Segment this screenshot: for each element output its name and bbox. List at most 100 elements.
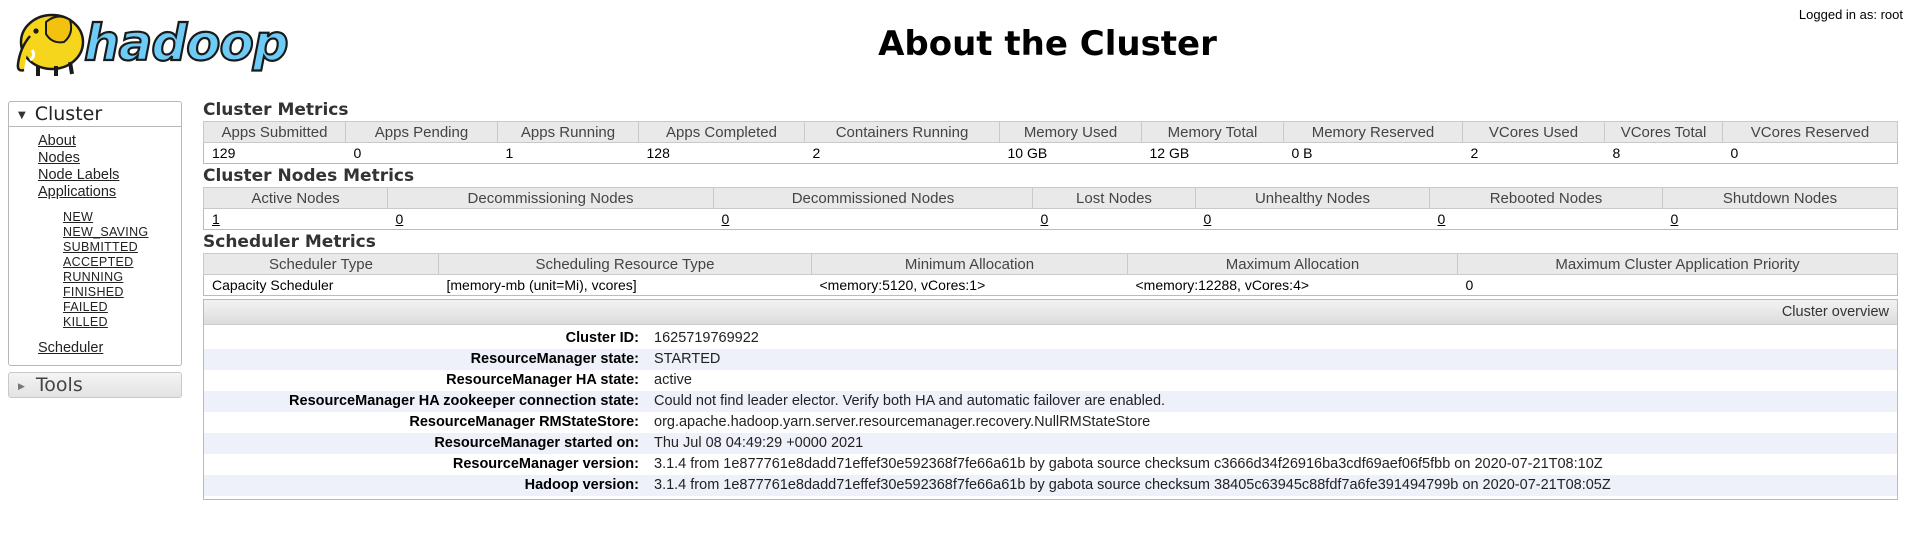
active-nodes-link[interactable]: 1 xyxy=(212,211,220,227)
column-header[interactable]: Memory Used xyxy=(999,121,1142,143)
nav-state-new-saving-link[interactable]: NEW_SAVING xyxy=(9,225,181,240)
rm-started-on-value: Thu Jul 08 04:49:29 +0000 2021 xyxy=(654,435,864,451)
nav-state-accepted-link[interactable]: ACCEPTED xyxy=(9,255,181,270)
column-header[interactable]: Apps Running xyxy=(497,121,639,143)
vcores-used-value: 2 xyxy=(1462,142,1605,164)
info-key: ResourceManager HA state: xyxy=(446,372,639,388)
cluster-overview-header[interactable]: Cluster overview xyxy=(204,300,1897,325)
nav-state-running-link[interactable]: RUNNING xyxy=(9,270,181,285)
column-header[interactable]: Containers Running xyxy=(804,121,1000,143)
table-header-row: Apps Submitted Apps Pending Apps Running… xyxy=(203,121,1898,143)
info-row: Cluster ID: 1625719769922 xyxy=(204,328,1897,349)
scheduler-metrics-title: Scheduler Metrics xyxy=(203,232,376,252)
info-row: ResourceManager HA zookeeper connection … xyxy=(204,391,1897,412)
table-header-row: Scheduler Type Scheduling Resource Type … xyxy=(203,253,1898,275)
column-header[interactable]: Apps Submitted xyxy=(203,121,346,143)
table-row: 1 0 0 0 0 0 0 xyxy=(203,208,1898,230)
rebooted-nodes-link[interactable]: 0 xyxy=(1438,211,1446,227)
info-key: ResourceManager HA zookeeper connection … xyxy=(289,393,639,409)
containers-running-value: 2 xyxy=(804,142,1000,164)
decommissioned-nodes-link[interactable]: 0 xyxy=(722,211,730,227)
nodes-metrics-title: Cluster Nodes Metrics xyxy=(203,166,415,186)
column-header[interactable]: Unhealthy Nodes xyxy=(1195,187,1430,209)
vcores-reserved-value: 0 xyxy=(1722,142,1898,164)
nav-nodes-link[interactable]: Nodes xyxy=(9,150,181,167)
table-row: Capacity Scheduler [memory-mb (unit=Mi),… xyxy=(203,274,1898,296)
nav-node-labels-link[interactable]: Node Labels xyxy=(9,167,181,184)
scheduler-metrics-table: Scheduler Type Scheduling Resource Type … xyxy=(203,253,1898,296)
column-header[interactable]: Shutdown Nodes xyxy=(1662,187,1898,209)
nav-state-submitted-link[interactable]: SUBMITTED xyxy=(9,240,181,255)
column-header[interactable]: VCores Used xyxy=(1462,121,1605,143)
info-key: Hadoop version: xyxy=(524,477,639,493)
minimum-allocation-value: <memory:5120, vCores:1> xyxy=(811,274,1128,296)
info-key: ResourceManager started on: xyxy=(434,435,639,451)
table-header-row: Active Nodes Decommissioning Nodes Decom… xyxy=(203,187,1898,209)
column-header[interactable]: Rebooted Nodes xyxy=(1429,187,1663,209)
nodes-metrics-table: Active Nodes Decommissioning Nodes Decom… xyxy=(203,187,1898,230)
column-header[interactable]: Maximum Cluster Application Priority xyxy=(1457,253,1898,275)
cluster-id-value: 1625719769922 xyxy=(654,330,759,346)
column-header[interactable]: Memory Total xyxy=(1141,121,1284,143)
column-header[interactable]: Memory Reserved xyxy=(1283,121,1463,143)
memory-total-value: 12 GB xyxy=(1141,142,1284,164)
max-app-priority-value: 0 xyxy=(1457,274,1898,296)
column-header[interactable]: Minimum Allocation xyxy=(811,253,1128,275)
zk-connection-state-value: Could not find leader elector. Verify bo… xyxy=(654,393,1166,409)
app-states-list: NEW NEW_SAVING SUBMITTED ACCEPTED RUNNIN… xyxy=(9,201,181,340)
column-header[interactable]: Lost Nodes xyxy=(1032,187,1196,209)
info-row: ResourceManager state: STARTED xyxy=(204,349,1897,370)
cluster-metrics-table: Apps Submitted Apps Pending Apps Running… xyxy=(203,121,1898,164)
column-header[interactable]: VCores Reserved xyxy=(1722,121,1898,143)
column-header[interactable]: Scheduling Resource Type xyxy=(438,253,812,275)
info-key: ResourceManager state: xyxy=(470,351,639,367)
cluster-section: ▼ Cluster About Nodes Node Labels Applica… xyxy=(8,101,182,366)
unhealthy-nodes-link[interactable]: 0 xyxy=(1204,211,1212,227)
apps-running-value: 1 xyxy=(497,142,639,164)
info-row: ResourceManager RMStateStore: org.apache.… xyxy=(204,412,1897,433)
cluster-overview-panel: Cluster overview Cluster ID: 162571976992… xyxy=(203,299,1898,500)
apps-pending-value: 0 xyxy=(345,142,498,164)
info-key: ResourceManager RMStateStore: xyxy=(409,414,639,430)
cluster-section-header[interactable]: ▼ Cluster xyxy=(9,102,181,127)
memory-reserved-value: 0 B xyxy=(1283,142,1463,164)
rm-state-value: STARTED xyxy=(654,351,721,367)
info-row: ResourceManager started on: Thu Jul 08 04… xyxy=(204,433,1897,454)
cluster-metrics-title: Cluster Metrics xyxy=(203,100,349,120)
rm-version-value: 3.1.4 from 1e877761e8dadd71effef30e59236… xyxy=(654,456,1603,472)
info-row: ResourceManager HA state: active xyxy=(204,370,1897,391)
lost-nodes-link[interactable]: 0 xyxy=(1041,211,1049,227)
column-header[interactable]: Apps Completed xyxy=(638,121,805,143)
memory-used-value: 10 GB xyxy=(999,142,1142,164)
column-header[interactable]: VCores Total xyxy=(1604,121,1723,143)
column-header[interactable]: Maximum Allocation xyxy=(1127,253,1458,275)
main-content: Cluster Metrics Apps Submitted Apps Pend… xyxy=(203,100,1898,500)
vcores-total-value: 8 xyxy=(1604,142,1723,164)
column-header[interactable]: Decommissioning Nodes xyxy=(387,187,714,209)
info-key: Cluster ID: xyxy=(565,330,639,346)
column-header[interactable]: Apps Pending xyxy=(345,121,498,143)
triangle-right-icon: ▶ xyxy=(18,382,25,392)
nav-state-killed-link[interactable]: KILLED xyxy=(9,315,181,330)
shutdown-nodes-link[interactable]: 0 xyxy=(1671,211,1679,227)
nav-scheduler-link[interactable]: Scheduler xyxy=(9,340,181,357)
hadoop-version-value: 3.1.4 from 1e877761e8dadd71effef30e59236… xyxy=(654,477,1611,493)
column-header[interactable]: Active Nodes xyxy=(203,187,388,209)
table-row: 129 0 1 128 2 10 GB 12 GB 0 B 2 8 0 xyxy=(203,142,1898,164)
tools-section-header[interactable]: ▶ Tools xyxy=(8,372,182,398)
decommissioning-nodes-link[interactable]: 0 xyxy=(396,211,404,227)
column-header[interactable]: Decommissioned Nodes xyxy=(713,187,1033,209)
nav-state-finished-link[interactable]: FINISHED xyxy=(9,285,181,300)
nav-applications-link[interactable]: Applications xyxy=(9,184,181,201)
nav-state-new-link[interactable]: NEW xyxy=(9,210,181,225)
sidebar: ▼ Cluster About Nodes Node Labels Applica… xyxy=(8,101,182,398)
apps-submitted-value: 129 xyxy=(203,142,346,164)
page-title: About the Cluster xyxy=(878,24,1217,64)
maximum-allocation-value: <memory:12288, vCores:4> xyxy=(1127,274,1458,296)
nav-state-failed-link[interactable]: FAILED xyxy=(9,300,181,315)
info-key: ResourceManager version: xyxy=(452,456,639,472)
info-row: ResourceManager version: 3.1.4 from 1e877… xyxy=(204,454,1897,475)
column-header[interactable]: Scheduler Type xyxy=(203,253,439,275)
nav-about-link[interactable]: About xyxy=(9,133,181,150)
scheduler-type-value: Capacity Scheduler xyxy=(203,274,439,296)
